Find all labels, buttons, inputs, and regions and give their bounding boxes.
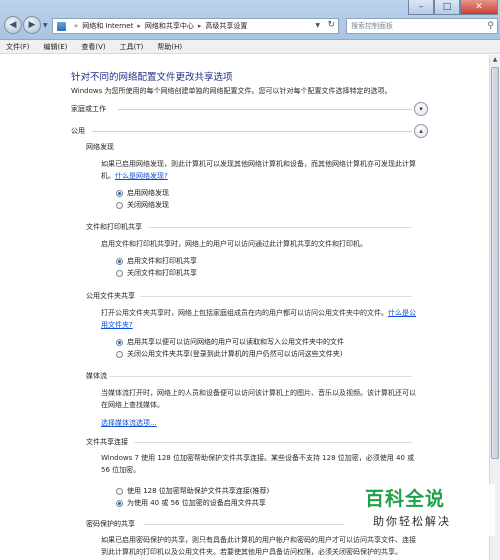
radio-enable-network-discovery[interactable]: 启用网络发现 bbox=[116, 188, 169, 198]
radio-disable-public-folder[interactable]: 关闭公用文件夹共享(登录到此计算机的用户仍然可以访问这些文件夹) bbox=[116, 349, 342, 359]
file-sharing-conn-header: 文件共享连接 bbox=[86, 438, 128, 446]
radio-label: 关闭文件和打印机共享 bbox=[127, 269, 197, 277]
breadcrumb-network-sharing-center[interactable]: 网络和共享中心 bbox=[145, 21, 194, 31]
radio-disable-network-discovery[interactable]: 关闭网络发现 bbox=[116, 200, 169, 210]
divider bbox=[134, 442, 412, 443]
search-icon[interactable]: ⚲ bbox=[487, 21, 494, 31]
radio-button[interactable] bbox=[116, 269, 123, 277]
title-bar: – □ ✕ ◀ ▶ ▼ » 网络和 Internet ▸ 网络和共享中心 ▸ 高… bbox=[0, 0, 500, 40]
breadcrumb-separator-icon[interactable]: » bbox=[74, 22, 78, 30]
minimize-button[interactable]: – bbox=[408, 0, 434, 15]
public-folder-header: 公用文件夹共享 bbox=[86, 292, 135, 300]
media-options-link-row: 选择媒体流选项... bbox=[101, 417, 421, 429]
menu-bar: 文件(F) 编辑(E) 查看(V) 工具(T) 帮助(H) bbox=[0, 40, 500, 54]
watermark-logo-text: 百科全说 bbox=[365, 488, 446, 510]
media-header: 媒体流 bbox=[86, 372, 107, 380]
close-icon: ✕ bbox=[475, 2, 483, 12]
file-printer-header: 文件和打印机共享 bbox=[86, 223, 142, 231]
radio-label: 启用共享以便可以访问网络的用户可以读取和写入公用文件夹中的文件 bbox=[127, 338, 344, 346]
public-folder-help-link[interactable]: 什么 bbox=[388, 309, 402, 317]
radio-enable-public-folder[interactable]: 启用共享以便可以访问网络的用户可以读取和写入公用文件夹中的文件 bbox=[116, 337, 344, 347]
divider bbox=[92, 131, 412, 132]
radio-button[interactable] bbox=[116, 350, 123, 358]
public-folder-description: 打开公用文件夹共享时，网络上包括家庭组成员在内的用户都可以访问公用文件夹中的文件… bbox=[101, 309, 388, 317]
divider bbox=[144, 524, 344, 525]
back-button[interactable]: ◀ bbox=[4, 16, 22, 34]
search-placeholder: 搜索控制面板 bbox=[351, 22, 393, 30]
arrow-left-icon: ◀ bbox=[9, 20, 17, 30]
radio-label: 使用 128 位加密帮助保护文件共享连接(推荐) bbox=[127, 487, 270, 495]
address-bar[interactable]: » 网络和 Internet ▸ 网络和共享中心 ▸ 高级共享设置 ▼ ↻ bbox=[52, 18, 339, 34]
password-sharing-text: 如果已启用密码保护的共享，则只有具备此计算机的用户帐户和密码的用户才可以访问共享… bbox=[101, 536, 416, 556]
forward-button[interactable]: ▶ bbox=[23, 16, 41, 34]
breadcrumb-advanced-sharing[interactable]: 高级共享设置 bbox=[205, 21, 247, 31]
file-printer-text: 启用文件和打印机共享时，网络上的用户可以访问通过此计算机共享的文件和打印机。 bbox=[101, 240, 367, 248]
menu-help[interactable]: 帮助(H) bbox=[157, 42, 182, 52]
expand-home-work-button[interactable]: ▾ bbox=[414, 102, 428, 116]
breadcrumb-network-internet[interactable]: 网络和 Internet bbox=[82, 21, 133, 31]
menu-edit[interactable]: 编辑(E) bbox=[44, 42, 68, 52]
radio-button[interactable] bbox=[116, 499, 123, 507]
network-discovery-header: 网络发现 bbox=[86, 143, 114, 151]
radio-label: 关闭网络发现 bbox=[127, 201, 169, 209]
radio-button[interactable] bbox=[116, 338, 123, 346]
search-input[interactable]: 搜索控制面板 ⚲ bbox=[346, 18, 498, 34]
minimize-icon: – bbox=[418, 2, 424, 12]
profile-home-work[interactable]: 家庭或工作 bbox=[71, 104, 106, 114]
chevron-down-icon: ▾ bbox=[419, 105, 423, 113]
divider bbox=[140, 296, 412, 297]
collapse-public-button[interactable]: ▴ bbox=[414, 124, 428, 138]
radio-button[interactable] bbox=[116, 189, 123, 197]
maximize-button[interactable]: □ bbox=[434, 0, 460, 15]
divider bbox=[118, 109, 412, 110]
radio-label: 启用网络发现 bbox=[127, 189, 169, 197]
control-panel-icon bbox=[57, 21, 66, 31]
menu-view[interactable]: 查看(V) bbox=[81, 42, 105, 52]
radio-disable-file-printer[interactable]: 关闭文件和打印机共享 bbox=[116, 268, 197, 278]
divider bbox=[110, 376, 412, 377]
password-sharing-header: 密码保护的共享 bbox=[86, 520, 135, 528]
radio-button[interactable] bbox=[116, 487, 123, 495]
radio-40-56-bit[interactable]: 为使用 40 或 56 位加密的设备启用文件共享 bbox=[116, 498, 266, 508]
radio-button[interactable] bbox=[116, 201, 123, 209]
breadcrumb-separator-icon[interactable]: ▸ bbox=[137, 22, 141, 30]
page-title: 针对不同的网络配置文件更改共享选项 bbox=[71, 72, 233, 83]
watermark-slogan: 助你轻松解决 bbox=[373, 515, 451, 528]
maximize-icon: □ bbox=[442, 2, 452, 12]
radio-button[interactable] bbox=[116, 257, 123, 265]
media-options-link[interactable]: 选择媒体流选项... bbox=[101, 419, 157, 427]
scrollbar-thumb[interactable] bbox=[491, 67, 499, 459]
arrow-right-icon: ▶ bbox=[28, 20, 36, 30]
chevron-up-icon: ▴ bbox=[419, 127, 423, 135]
watermark: 百科全说 助你轻松解决 bbox=[345, 484, 495, 536]
menu-file[interactable]: 文件(F) bbox=[6, 42, 30, 52]
address-dropdown-icon[interactable]: ▼ bbox=[315, 22, 320, 29]
radio-enable-file-printer[interactable]: 启用文件和打印机共享 bbox=[116, 256, 197, 266]
close-button[interactable]: ✕ bbox=[460, 0, 498, 15]
breadcrumb-separator-icon[interactable]: ▸ bbox=[198, 22, 202, 30]
radio-128-bit[interactable]: 使用 128 位加密帮助保护文件共享连接(推荐) bbox=[116, 486, 269, 496]
radio-label: 启用文件和打印机共享 bbox=[127, 257, 197, 265]
profile-public[interactable]: 公用 bbox=[71, 126, 85, 136]
page-description: Windows 为您所使用的每个网络创建单独的网络配置文件。您可以针对每个配置文… bbox=[71, 87, 392, 95]
public-folder-text: 打开公用文件夹共享时，网络上包括家庭组成员在内的用户都可以访问公用文件夹中的文件… bbox=[101, 307, 421, 331]
menu-tools[interactable]: 工具(T) bbox=[120, 42, 144, 52]
network-discovery-help-link[interactable]: 什么是网络发现? bbox=[115, 172, 168, 180]
scroll-up-icon[interactable]: ▲ bbox=[490, 55, 500, 65]
media-text: 当媒体流打开时，网络上的人员和设备便可以访问该计算机上的图片、音乐以及视频。该计… bbox=[101, 389, 416, 409]
recent-pages-dropdown-icon[interactable]: ▼ bbox=[43, 22, 48, 29]
radio-label: 关闭公用文件夹共享(登录到此计算机的用户仍然可以访问这些文件夹) bbox=[127, 350, 343, 358]
network-discovery-text: 如果已启用网络发现，则此计算机可以发现其他网络计算机和设备，而其他网络计算机亦可… bbox=[101, 158, 421, 182]
refresh-icon[interactable]: ↻ bbox=[327, 20, 335, 30]
radio-label: 为使用 40 或 56 位加密的设备启用文件共享 bbox=[127, 499, 266, 507]
file-sharing-conn-text: Windows 7 使用 128 位加密帮助保护文件共享连接。某些设备不支持 1… bbox=[101, 454, 415, 474]
divider bbox=[148, 227, 412, 228]
